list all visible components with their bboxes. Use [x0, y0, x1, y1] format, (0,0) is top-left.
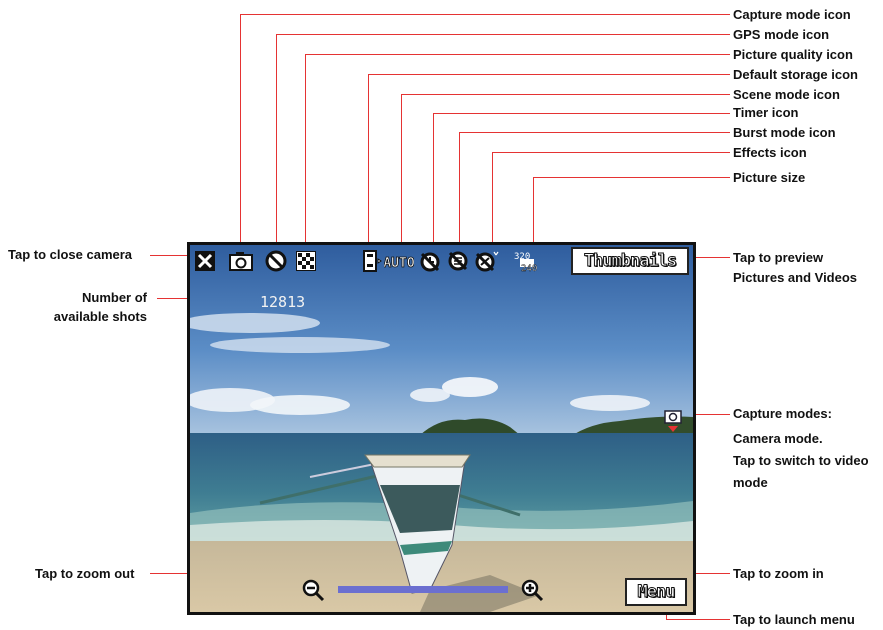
default-storage-icon[interactable] — [361, 250, 383, 272]
picture-quality-icon[interactable] — [294, 250, 318, 272]
menu-button[interactable]: Menu — [625, 578, 687, 606]
leader-scene-mode-v — [401, 94, 402, 246]
callout-number-of-shots-1: Number of — [82, 290, 147, 305]
svg-text:AUTO: AUTO — [384, 256, 414, 271]
burst-off-icon — [448, 251, 468, 271]
scene-mode-icon[interactable]: AUTO — [384, 250, 414, 272]
callout-capture-mode-icon: Capture mode icon — [733, 7, 851, 22]
callout-effects-icon: Effects icon — [733, 145, 807, 160]
leader-picture-quality-v — [305, 54, 306, 246]
callout-tap-zoom-out: Tap to zoom out — [35, 566, 135, 581]
callout-picture-quality-icon: Picture quality icon — [733, 47, 853, 62]
callout-picture-size: Picture size — [733, 170, 806, 185]
timer-off-icon — [420, 252, 440, 272]
callout-scene-mode-icon: Scene mode icon — [733, 87, 840, 102]
leader-capture-mode — [240, 14, 730, 15]
leader-default-storage — [368, 74, 730, 75]
callout-capture-modes-4: mode — [733, 475, 768, 490]
callout-tap-close-camera: Tap to close camera — [8, 247, 133, 262]
leader-picture-size — [533, 177, 730, 178]
effects-icon[interactable] — [474, 250, 500, 272]
leader-gps-mode — [276, 34, 730, 35]
leader-tap-launch-menu — [666, 619, 730, 620]
leader-burst-mode — [459, 132, 730, 133]
callout-default-storage-icon: Default storage icon — [733, 67, 858, 82]
leader-timer — [433, 113, 730, 114]
callout-tap-preview-2: Pictures and Videos — [733, 270, 858, 285]
thumbnails-button[interactable]: Thumbnails — [571, 247, 689, 275]
auto-scene-icon: AUTO — [384, 256, 414, 271]
svg-text:240: 240 — [521, 264, 537, 273]
available-shots-count: 12813 — [260, 293, 306, 311]
callout-gps-mode-icon: GPS mode icon — [733, 27, 830, 42]
zoom-out-button[interactable] — [302, 579, 326, 603]
zoom-out-icon — [302, 579, 325, 602]
camera-icon — [229, 252, 253, 271]
callout-tap-preview-1: Tap to preview — [733, 250, 824, 265]
zoom-slider[interactable] — [338, 586, 508, 593]
burst-mode-icon[interactable] — [446, 250, 470, 272]
close-camera-button[interactable] — [194, 250, 216, 272]
callout-tap-zoom-in: Tap to zoom in — [733, 566, 824, 581]
callout-number-of-shots-2: available shots — [53, 309, 147, 324]
leader-capture-mode-v — [240, 14, 241, 246]
picture-size-icon[interactable]: 320 240 — [506, 250, 542, 273]
callout-burst-mode-icon: Burst mode icon — [733, 125, 836, 140]
svg-text:320: 320 — [514, 252, 530, 262]
leader-gps-mode-v — [276, 34, 277, 246]
timer-icon[interactable] — [418, 250, 442, 272]
leader-effects — [492, 152, 730, 153]
callout-capture-modes-2: Camera mode. — [733, 431, 823, 446]
callout-timer-icon: Timer icon — [733, 105, 799, 120]
resolution-icon: 320 240 — [514, 252, 537, 273]
capture-mode-switch[interactable] — [662, 408, 684, 434]
camera-mode-icon — [664, 410, 682, 432]
leader-picture-quality — [305, 54, 730, 55]
camera-screen: AUTO 320 240 Thumbnails 12813 Menu — [187, 242, 696, 615]
effects-off-icon — [475, 251, 499, 272]
leader-effects-v — [492, 152, 493, 246]
leader-scene-mode — [401, 94, 730, 95]
callout-capture-modes-3: Tap to switch to video — [733, 453, 869, 468]
checker-icon — [296, 251, 316, 271]
leader-default-storage-v — [368, 74, 369, 246]
storage-card-icon — [363, 250, 382, 272]
leader-burst-mode-v — [459, 132, 460, 246]
gps-mode-icon[interactable] — [264, 250, 288, 272]
capture-mode-icon[interactable] — [228, 250, 254, 272]
zoom-in-button[interactable] — [521, 579, 545, 603]
zoom-in-icon — [521, 579, 544, 602]
gps-off-icon — [265, 250, 287, 272]
callout-capture-modes-1: Capture modes: — [733, 406, 832, 421]
leader-picture-size-v — [533, 177, 534, 246]
leader-timer-v — [433, 113, 434, 246]
close-icon — [195, 251, 215, 271]
callout-tap-launch-menu: Tap to launch menu — [733, 612, 855, 627]
